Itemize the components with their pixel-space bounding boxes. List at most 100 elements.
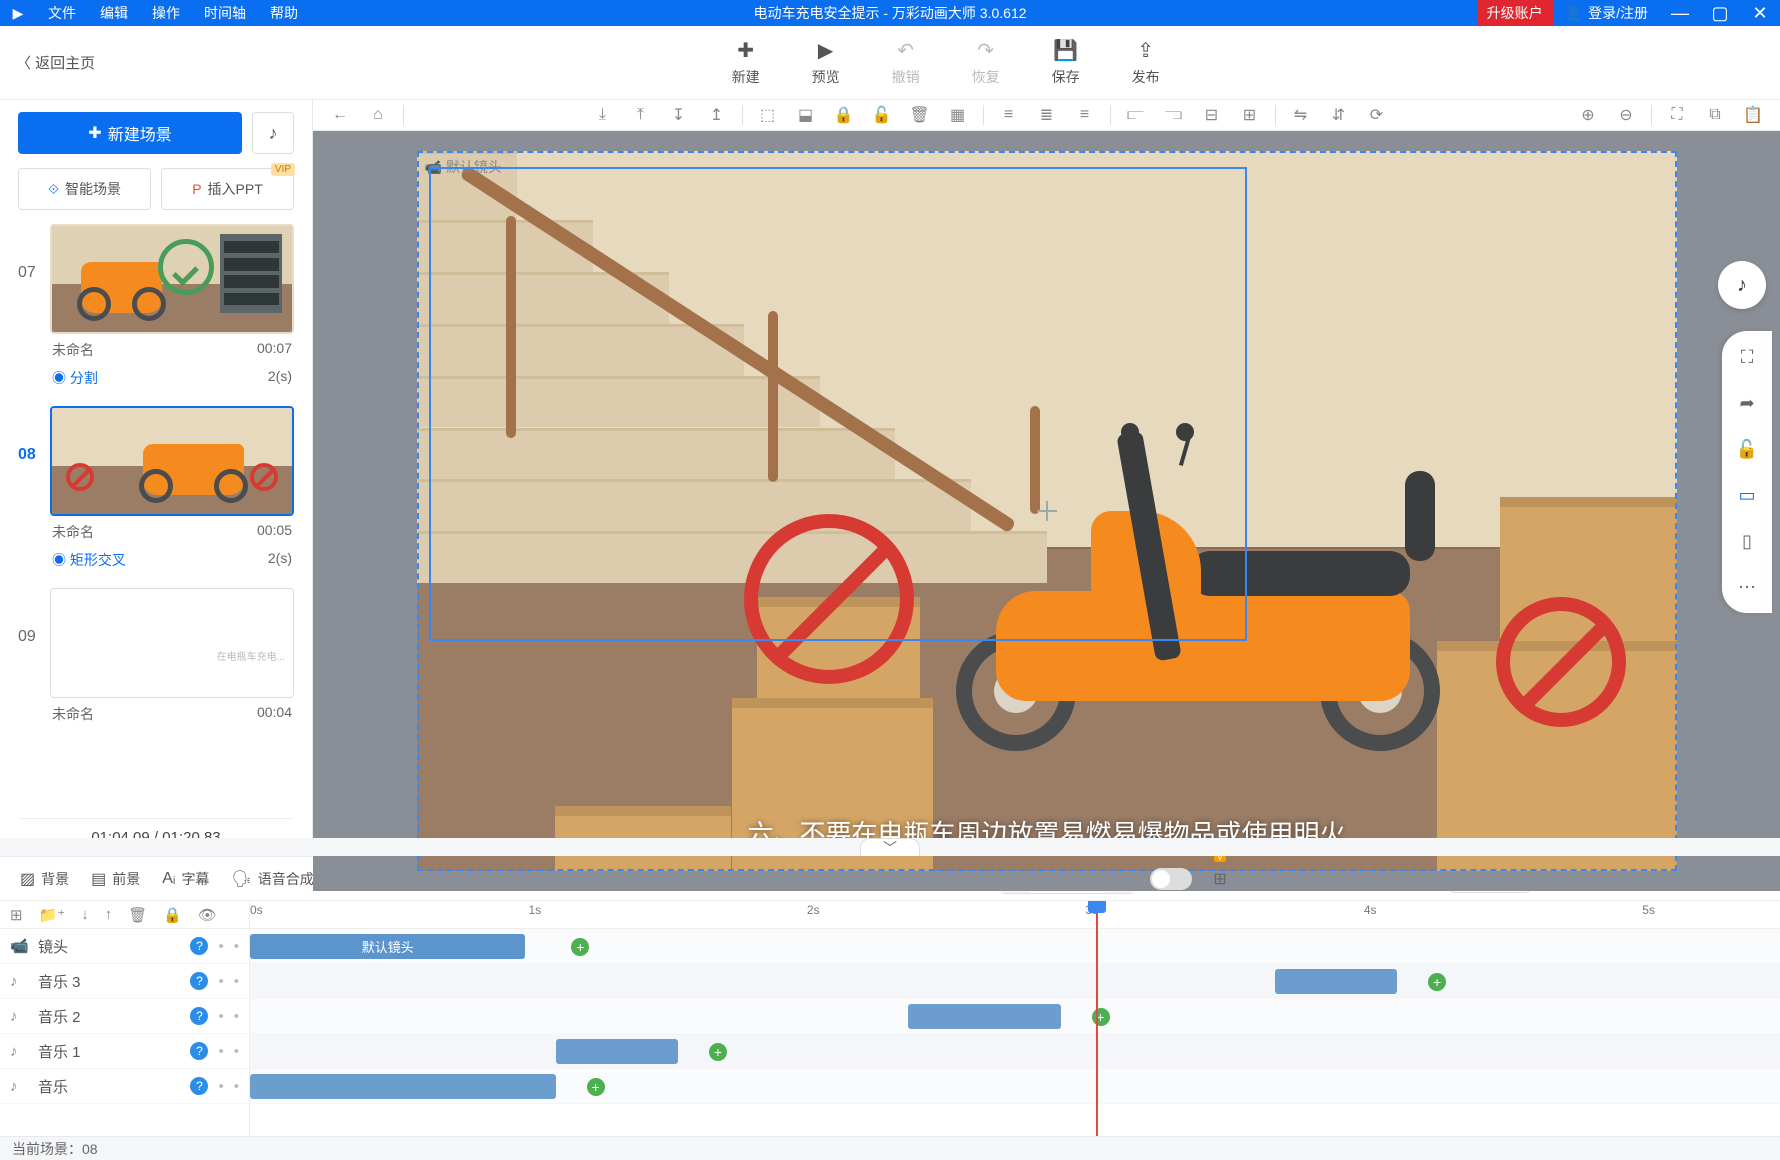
track-area[interactable]: 0s 1s 2s 3s 4s 5s 默认镜头 + + + bbox=[250, 901, 1780, 1136]
audio-clip[interactable] bbox=[556, 1039, 678, 1064]
zoom-out-icon[interactable]: ⊖ bbox=[1609, 100, 1643, 130]
visibility-icon[interactable]: 👁 bbox=[198, 906, 217, 924]
portrait-icon[interactable]: ▯ bbox=[1735, 529, 1759, 553]
paste-icon[interactable]: 📋 bbox=[1736, 100, 1770, 130]
delete-icon[interactable]: 🗑 bbox=[903, 100, 937, 130]
align-bottom-icon[interactable]: ⤓ bbox=[586, 100, 620, 130]
align-center-icon[interactable]: ≣ bbox=[1030, 100, 1064, 130]
menu-edit[interactable]: 编辑 bbox=[88, 3, 140, 23]
track-music-1[interactable]: ♪音乐 1?•• bbox=[0, 1034, 249, 1069]
minimize-button[interactable]: — bbox=[1660, 3, 1700, 24]
keyframe-add-icon[interactable]: + bbox=[1428, 973, 1446, 991]
lock-icon[interactable]: 🔒 bbox=[827, 100, 861, 130]
track-music-3[interactable]: ♪音乐 3?•• bbox=[0, 964, 249, 999]
keyframe-add-icon[interactable]: + bbox=[587, 1078, 605, 1096]
move-down-icon[interactable]: ↧ bbox=[662, 100, 696, 130]
add-folder-icon[interactable]: 📁⁺ bbox=[39, 906, 66, 924]
tts-button[interactable]: 🗣语音合成 bbox=[221, 863, 323, 895]
menu-operate[interactable]: 操作 bbox=[140, 3, 192, 23]
layer-icon[interactable]: ▦ bbox=[941, 100, 975, 130]
snap-toggle[interactable] bbox=[1150, 868, 1192, 890]
help-icon[interactable]: ? bbox=[190, 1007, 208, 1025]
track-row-m3[interactable]: + bbox=[250, 964, 1780, 999]
foreground-button[interactable]: ▤前景 bbox=[81, 863, 150, 895]
timeline-collapse-handle[interactable]: ﹀ bbox=[860, 838, 920, 856]
group-icon[interactable]: ⬚ bbox=[751, 100, 785, 130]
track-music-2[interactable]: ♪音乐 2?•• bbox=[0, 999, 249, 1034]
unlock-tool-icon[interactable]: 🔓 bbox=[1735, 437, 1759, 461]
audio-clip[interactable] bbox=[250, 1074, 556, 1099]
subtitle-button[interactable]: Aᵢ字幕 bbox=[152, 863, 219, 895]
track-row-camera[interactable]: 默认镜头 + bbox=[250, 929, 1780, 964]
stage[interactable]: 六、不要在电瓶车周边放置易燃易爆物品或使用明火 📹 默认镜头 bbox=[417, 151, 1677, 871]
audio-clip[interactable] bbox=[908, 1004, 1061, 1029]
copy-icon[interactable]: ⧉ bbox=[1698, 100, 1732, 130]
move-up-track-icon[interactable]: ↑ bbox=[105, 906, 113, 923]
publish-button[interactable]: ⇪发布 bbox=[1132, 38, 1160, 87]
time-ruler[interactable]: 0s 1s 2s 3s 4s 5s bbox=[250, 901, 1780, 929]
landscape-icon[interactable]: ▭ bbox=[1735, 483, 1759, 507]
help-icon[interactable]: ? bbox=[190, 972, 208, 990]
move-up-icon[interactable]: ↥ bbox=[700, 100, 734, 130]
maximize-button[interactable]: ▢ bbox=[1700, 3, 1740, 24]
marker-button[interactable]: ⊞ bbox=[1204, 864, 1236, 894]
track-row-m2[interactable]: + bbox=[250, 999, 1780, 1034]
upgrade-account-button[interactable]: 升级账户 bbox=[1477, 0, 1553, 26]
scene-item-08[interactable]: 08 未命名00:05 ◉ 矩形交叉2(s) bbox=[18, 406, 294, 576]
fullscreen-icon[interactable]: ⛶ bbox=[1735, 345, 1759, 369]
flip-v-icon[interactable]: ⇵ bbox=[1322, 100, 1356, 130]
keyframe-add-icon[interactable]: + bbox=[1092, 1008, 1110, 1026]
zoom-in-icon[interactable]: ⊕ bbox=[1571, 100, 1605, 130]
delete-track-icon[interactable]: 🗑 bbox=[128, 906, 147, 924]
move-down-track-icon[interactable]: ↓ bbox=[81, 906, 89, 923]
help-icon[interactable]: ? bbox=[190, 1042, 208, 1060]
scene-item-07[interactable]: 07 未命名00: bbox=[18, 224, 294, 394]
close-button[interactable]: ✕ bbox=[1740, 3, 1780, 24]
back-arrow-icon[interactable]: ← bbox=[323, 100, 357, 130]
help-icon[interactable]: ? bbox=[190, 1077, 208, 1095]
export-icon[interactable]: ➦ bbox=[1735, 391, 1759, 415]
background-button[interactable]: ▨背景 bbox=[10, 863, 79, 895]
menu-help[interactable]: 帮助 bbox=[258, 3, 310, 23]
undo-button[interactable]: ↶撤销 bbox=[892, 38, 920, 87]
canvas-stage[interactable]: 六、不要在电瓶车周边放置易燃易爆物品或使用明火 📹 默认镜头 ♪ ⛶ ➦ 🔓 ▭… bbox=[313, 131, 1780, 891]
keyframe-add-icon[interactable]: + bbox=[571, 938, 589, 956]
track-camera[interactable]: 📹镜头?•• bbox=[0, 929, 249, 964]
align-right-icon[interactable]: ≡ bbox=[1068, 100, 1102, 130]
help-icon[interactable]: ? bbox=[190, 937, 208, 955]
center-h-icon[interactable]: ⊟ bbox=[1195, 100, 1229, 130]
unlock-icon[interactable]: 🔓 bbox=[865, 100, 899, 130]
track-row-m1[interactable]: + bbox=[250, 1034, 1780, 1069]
preview-button[interactable]: ▶预览 bbox=[812, 38, 840, 87]
distribute-v-icon[interactable]: ⫎ bbox=[1157, 100, 1191, 130]
fit-icon[interactable]: ⛶ bbox=[1660, 100, 1694, 130]
redo-button[interactable]: ↷恢复 bbox=[972, 38, 1000, 87]
menu-timeline[interactable]: 时间轴 bbox=[192, 3, 258, 23]
align-top-icon[interactable]: ⤒ bbox=[624, 100, 658, 130]
scene-thumbnail[interactable] bbox=[50, 224, 294, 334]
add-layer-icon[interactable]: ⊞ bbox=[10, 906, 23, 924]
insert-ppt-button[interactable]: P插入PPTVIP bbox=[161, 168, 294, 210]
flip-h-icon[interactable]: ⇋ bbox=[1284, 100, 1318, 130]
audio-clip[interactable] bbox=[1275, 969, 1397, 994]
transition-label[interactable]: ◉ 矩形交叉 bbox=[52, 550, 126, 570]
floating-music-button[interactable]: ♪ bbox=[1718, 261, 1766, 309]
more-icon[interactable]: ⋯ bbox=[1735, 575, 1759, 599]
home-icon[interactable]: ⌂ bbox=[361, 100, 395, 130]
scene-thumbnail[interactable]: 在电瓶车充电... bbox=[50, 588, 294, 698]
back-home-button[interactable]: 〈 返回主页 bbox=[0, 52, 111, 73]
music-button[interactable]: ♪ bbox=[252, 112, 294, 154]
selection-box[interactable] bbox=[429, 167, 1247, 641]
playhead[interactable] bbox=[1096, 901, 1098, 1136]
align-left-icon[interactable]: ≡ bbox=[992, 100, 1026, 130]
track-row-m[interactable]: + bbox=[250, 1069, 1780, 1104]
menu-file[interactable]: 文件 bbox=[36, 3, 88, 23]
save-button[interactable]: 💾保存 bbox=[1052, 38, 1080, 87]
track-music[interactable]: ♪音乐?•• bbox=[0, 1069, 249, 1104]
camera-clip[interactable]: 默认镜头 bbox=[250, 934, 525, 959]
keyframe-add-icon[interactable]: + bbox=[709, 1043, 727, 1061]
ungroup-icon[interactable]: ⬓ bbox=[789, 100, 823, 130]
login-register-button[interactable]: 👤 登录/注册 bbox=[1553, 3, 1660, 23]
rotate-icon[interactable]: ⟳ bbox=[1360, 100, 1394, 130]
transition-label[interactable]: ◉ 分割 bbox=[52, 368, 98, 388]
